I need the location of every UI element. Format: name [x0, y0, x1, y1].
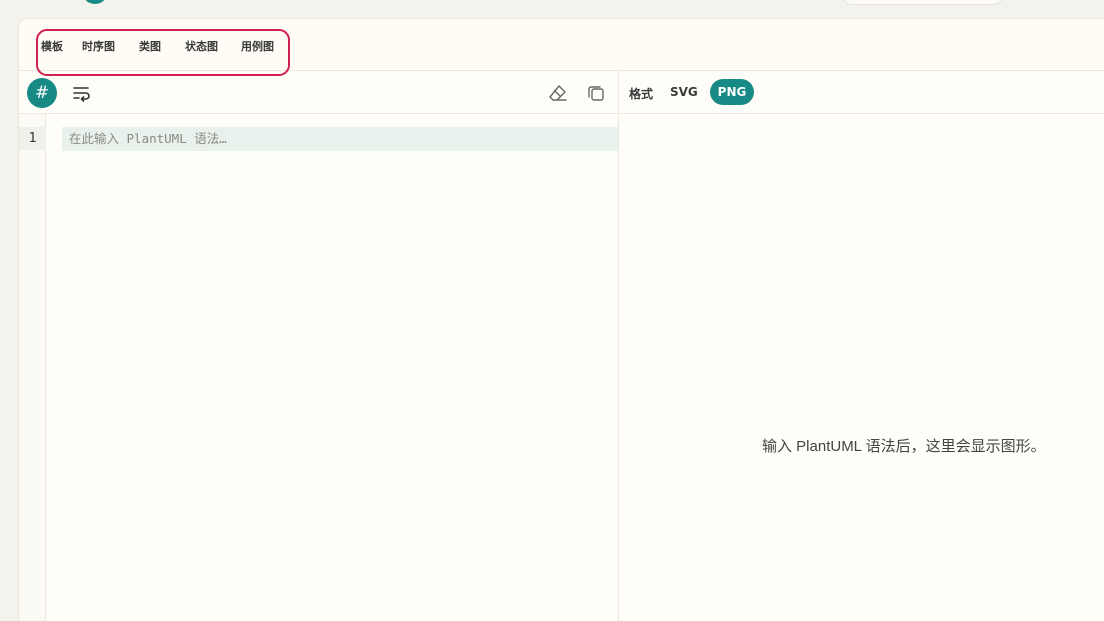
template-bar: 模板 时序图 类图 状态图 用例图 — [19, 19, 1104, 76]
preview-toolbar: 格式 SVG PNG — [620, 71, 1104, 114]
top-search-pill[interactable] — [842, 0, 1004, 5]
editor-toolbar: # — [19, 71, 618, 114]
template-class-diagram[interactable]: 类图 — [139, 38, 161, 54]
template-sequence-diagram[interactable]: 时序图 — [82, 38, 115, 54]
app-logo[interactable] — [82, 0, 108, 4]
template-usecase-diagram[interactable]: 用例图 — [241, 38, 274, 54]
preview-empty-message: 输入 PlantUML 语法后，这里会显示图形。 — [762, 438, 1046, 455]
format-png-button[interactable]: PNG — [710, 79, 754, 105]
line-numbers-toggle-button[interactable]: # — [27, 78, 57, 108]
code-input[interactable]: 在此输入 PlantUML 语法… — [62, 127, 618, 151]
copy-icon[interactable] — [585, 82, 607, 104]
editor-pane: # 1 在此输入 PlantUML 语法… — [19, 71, 619, 621]
format-label: 格式 — [629, 87, 654, 101]
eraser-icon[interactable] — [547, 82, 569, 104]
preview-pane: 格式 SVG PNG 输入 PlantUML 语法后，这里会显示图形。 — [620, 71, 1104, 621]
line-gutter: 1 — [19, 114, 46, 621]
line-number: 1 — [19, 127, 46, 150]
templates-label: 模板 — [41, 40, 63, 53]
main-panel: 模板 时序图 类图 状态图 用例图 # 1 在此输入 PlantUML 语法… … — [18, 18, 1104, 621]
word-wrap-icon[interactable] — [70, 82, 92, 104]
format-svg-button[interactable]: SVG — [670, 85, 698, 99]
template-state-diagram[interactable]: 状态图 — [185, 38, 218, 54]
